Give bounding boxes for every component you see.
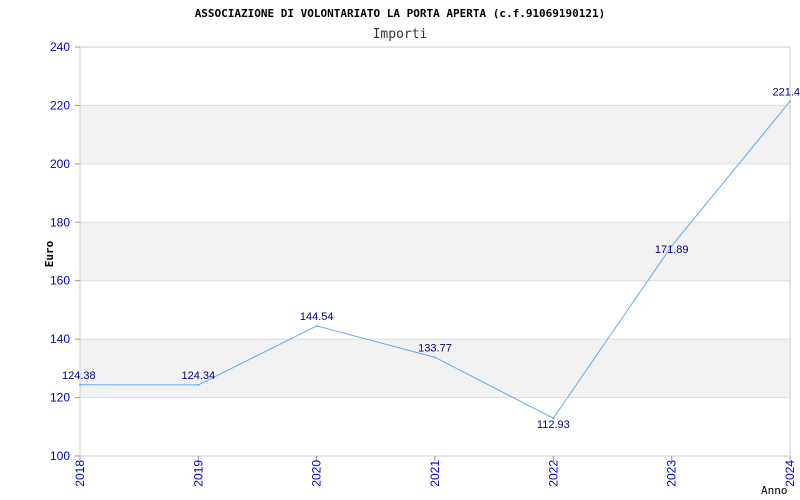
y-tick-label: 140 [50,332,70,346]
x-axis-label: Anno [761,484,788,497]
data-label: 133.77 [418,342,452,354]
y-axis-label: Euro [43,240,56,267]
chart-subtitle: Importi [373,27,428,42]
x-tick-label: 2024 [783,460,797,487]
x-tick-label: 2023 [665,460,679,487]
x-tick-label: 2019 [191,460,205,487]
data-label: 112.93 [537,419,570,431]
data-label: 144.54 [300,311,334,323]
plot-area: 100 120 140 160 180 200 220 240 2018 2019 2020 2021… [50,40,800,487]
x-tick-label: 2021 [428,460,442,487]
line-chart: ASSOCIAZIONE DI VOLONTARIATO LA PORTA AP… [43,7,800,497]
x-tick-label: 2020 [310,460,324,487]
y-tick-label: 160 [50,274,70,288]
y-tick-label: 120 [50,391,70,405]
y-tick-label: 180 [50,215,70,229]
y-tick-label: 220 [50,98,70,112]
y-tick-label: 240 [50,40,70,54]
data-label: 171.89 [655,244,689,256]
y-tick-label: 100 [50,449,70,463]
data-label: 124.34 [182,370,216,382]
x-tick-label: 2022 [546,460,560,487]
y-tick-label: 200 [50,157,70,171]
chart-title: ASSOCIAZIONE DI VOLONTARIATO LA PORTA AP… [195,7,606,20]
data-label: 124.38 [62,370,96,382]
data-point [315,324,318,327]
data-point [79,383,81,386]
data-label: 221.4 [772,86,800,98]
data-point [197,383,200,386]
grid-band [80,105,790,164]
data-point [434,356,436,359]
data-point [789,100,791,103]
x-tick-label: 2018 [73,460,87,487]
